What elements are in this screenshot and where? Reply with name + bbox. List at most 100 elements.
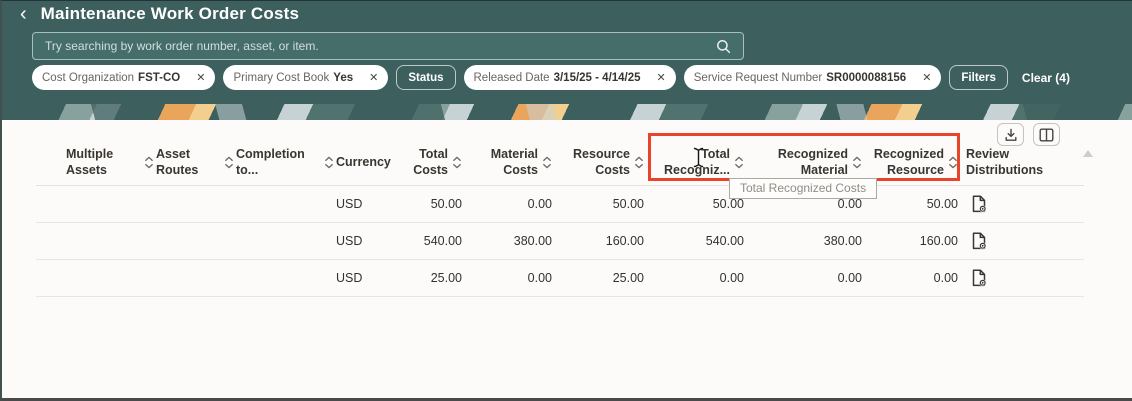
sort-icon[interactable]	[224, 155, 234, 170]
column-header-resource-costs[interactable]: Resource Costs	[560, 147, 652, 178]
chip-value: Yes	[333, 71, 354, 84]
chip-value: SR0000088156	[826, 71, 907, 84]
remove-filter-icon[interactable]: ✕	[362, 71, 378, 84]
review-distributions-button[interactable]	[972, 195, 987, 213]
filters-button[interactable]: Filters	[949, 65, 1008, 90]
remove-filter-icon[interactable]: ✕	[650, 71, 666, 84]
download-button[interactable]	[997, 123, 1024, 146]
text-cursor	[693, 147, 704, 173]
review-distributions-button[interactable]	[972, 232, 987, 250]
column-header-material-costs[interactable]: Material Costs	[470, 147, 560, 178]
column-header-multiple-assets[interactable]: Multiple Assets	[36, 147, 156, 178]
column-label: Total Costs	[413, 146, 448, 177]
currency-cell: USD	[336, 234, 363, 248]
recognized-resource-cell: 0.00	[933, 271, 958, 285]
work-order-costs-table: Multiple Assets Asset Routes Completion …	[36, 144, 1084, 297]
chip-label: Cost Organization	[42, 71, 135, 84]
chip-label: Released Date	[473, 71, 550, 84]
table-row[interactable]: USD 540.00 380.00 160.00 540.00 380.00 1…	[36, 223, 1084, 260]
column-label: Total Recogniz...	[664, 146, 730, 177]
column-label: Currency	[336, 154, 391, 169]
resource-costs-cell: 160.00	[605, 234, 644, 248]
chip-label: Status	[408, 71, 444, 84]
filters-button-label: Filters	[961, 71, 996, 84]
filter-chip-status[interactable]: Status	[396, 65, 456, 90]
download-icon	[1005, 128, 1016, 141]
column-tooltip: Total Recognized Costs	[729, 178, 878, 199]
material-costs-cell: 0.00	[527, 197, 552, 211]
sort-icon[interactable]	[324, 155, 334, 170]
column-header-recognized-resource[interactable]: Recognized Resource	[870, 147, 966, 178]
column-label: Multiple Assets	[66, 146, 114, 177]
table-row[interactable]: USD 25.00 0.00 25.00 0.00 0.00 0.00	[36, 260, 1084, 297]
search-input[interactable]	[33, 39, 716, 53]
filter-chips-row: Cost Organization FST-CO ✕ Primary Cost …	[32, 65, 1070, 90]
maintenance-work-order-costs-page: ‹ Maintenance Work Order Costs Cost Orga…	[0, 0, 1132, 401]
remove-filter-icon[interactable]: ✕	[915, 71, 931, 84]
sort-icon[interactable]	[852, 155, 862, 170]
chip-value: 3/15/25 - 4/14/25	[553, 71, 641, 84]
sort-icon[interactable]	[144, 155, 154, 170]
column-label: Review Distributions	[966, 146, 1044, 177]
review-distributions-cell	[966, 269, 1084, 287]
recognized-material-cell: 0.00	[837, 271, 862, 285]
document-eye-icon	[972, 232, 987, 250]
total-recognized-cell: 540.00	[705, 234, 744, 248]
column-label: Resource Costs	[573, 146, 630, 177]
total-costs-cell: 25.00	[430, 271, 462, 285]
recognized-resource-cell: 50.00	[926, 197, 958, 211]
table-header-row: Multiple Assets Asset Routes Completion …	[36, 144, 1084, 186]
currency-cell: USD	[336, 271, 363, 285]
currency-cell: USD	[336, 197, 363, 211]
sort-icon[interactable]	[948, 155, 958, 170]
document-eye-icon	[972, 195, 987, 213]
chip-label: Service Request Number	[693, 71, 823, 84]
material-costs-cell: 0.00	[527, 271, 552, 285]
filter-chip-primary-cost-book[interactable]: Primary Cost Book Yes ✕	[223, 65, 389, 90]
column-label: Material Costs	[490, 146, 538, 177]
column-header-completion-to[interactable]: Completion to...	[236, 147, 336, 178]
material-costs-cell: 380.00	[513, 234, 552, 248]
column-label: Recognized Material	[777, 146, 848, 177]
filter-chip-cost-organization[interactable]: Cost Organization FST-CO ✕	[32, 65, 216, 90]
column-header-asset-routes[interactable]: Asset Routes	[156, 147, 236, 178]
resource-costs-cell: 50.00	[612, 197, 644, 211]
results-panel: Multiple Assets Asset Routes Completion …	[2, 120, 1132, 399]
total-recognized-cell: 0.00	[719, 271, 744, 285]
table-row[interactable]: USD 50.00 0.00 50.00 50.00 0.00 50.00	[36, 186, 1084, 223]
review-distributions-cell	[966, 195, 1084, 213]
column-label: Recognized Resource	[873, 146, 944, 177]
sort-icon[interactable]	[634, 155, 644, 170]
page-title: Maintenance Work Order Costs	[40, 4, 300, 23]
back-button[interactable]: ‹	[20, 3, 27, 25]
remove-filter-icon[interactable]: ✕	[189, 71, 205, 84]
chip-label: Primary Cost Book	[233, 71, 330, 84]
recognized-material-cell: 0.00	[837, 197, 862, 211]
filter-chip-service-request-number[interactable]: Service Request Number SR0000088156 ✕	[683, 65, 942, 90]
column-label: Completion to...	[236, 146, 305, 177]
chip-value: FST-CO	[138, 71, 181, 84]
app-header: ‹ Maintenance Work Order Costs Cost Orga…	[2, 1, 1132, 104]
search-bar[interactable]	[32, 32, 744, 60]
sort-icon[interactable]	[452, 155, 462, 170]
review-distributions-button[interactable]	[972, 269, 987, 287]
total-recognized-cell: 50.00	[712, 197, 744, 211]
recognized-material-cell: 380.00	[823, 234, 862, 248]
sort-icon[interactable]	[542, 155, 552, 170]
column-header-review-distributions: Review Distributions	[966, 147, 1084, 178]
scroll-up-arrow[interactable]	[1083, 150, 1093, 157]
column-header-total-costs[interactable]: Total Costs	[400, 147, 470, 178]
column-label: Asset Routes	[156, 146, 199, 177]
document-eye-icon	[972, 269, 987, 287]
search-icon[interactable]	[716, 39, 731, 54]
review-distributions-cell	[966, 232, 1084, 250]
manage-columns-button[interactable]	[1033, 123, 1060, 146]
resource-costs-cell: 25.00	[612, 271, 644, 285]
filter-chip-released-date[interactable]: Released Date 3/15/25 - 4/14/25 ✕	[463, 65, 676, 90]
manage-columns-icon	[1039, 128, 1054, 142]
total-costs-cell: 50.00	[430, 197, 462, 211]
total-costs-cell: 540.00	[423, 234, 462, 248]
clear-filters-button[interactable]: Clear (4)	[1022, 71, 1070, 85]
column-header-recognized-material[interactable]: Recognized Material	[752, 147, 870, 178]
sort-icon[interactable]	[734, 155, 744, 170]
